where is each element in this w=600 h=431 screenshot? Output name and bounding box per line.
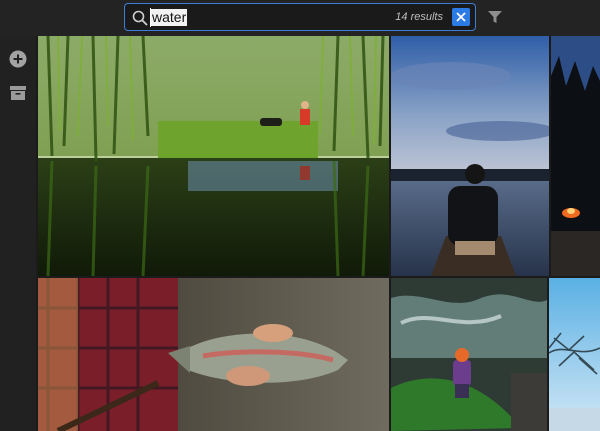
search-query[interactable]: water [151, 9, 188, 26]
photo-trout[interactable] [38, 278, 389, 431]
photo-blue-sky[interactable] [549, 278, 600, 431]
photo-willow-pond[interactable] [38, 36, 389, 276]
close-icon [456, 12, 466, 22]
add-icon[interactable] [9, 50, 27, 68]
search-icon [132, 10, 148, 26]
left-rail [0, 36, 36, 431]
search-field[interactable]: water 14 results [124, 3, 476, 31]
results-count: 14 results [395, 11, 443, 23]
archive-icon[interactable] [10, 86, 26, 100]
top-bar: water 14 results [0, 0, 600, 36]
photo-grid [38, 36, 600, 431]
photo-campfire[interactable] [551, 36, 600, 276]
clear-search-button[interactable] [452, 8, 470, 26]
filter-icon[interactable] [488, 10, 502, 24]
photo-canoe-dusk[interactable] [391, 36, 549, 276]
photo-river-child[interactable] [391, 278, 547, 431]
